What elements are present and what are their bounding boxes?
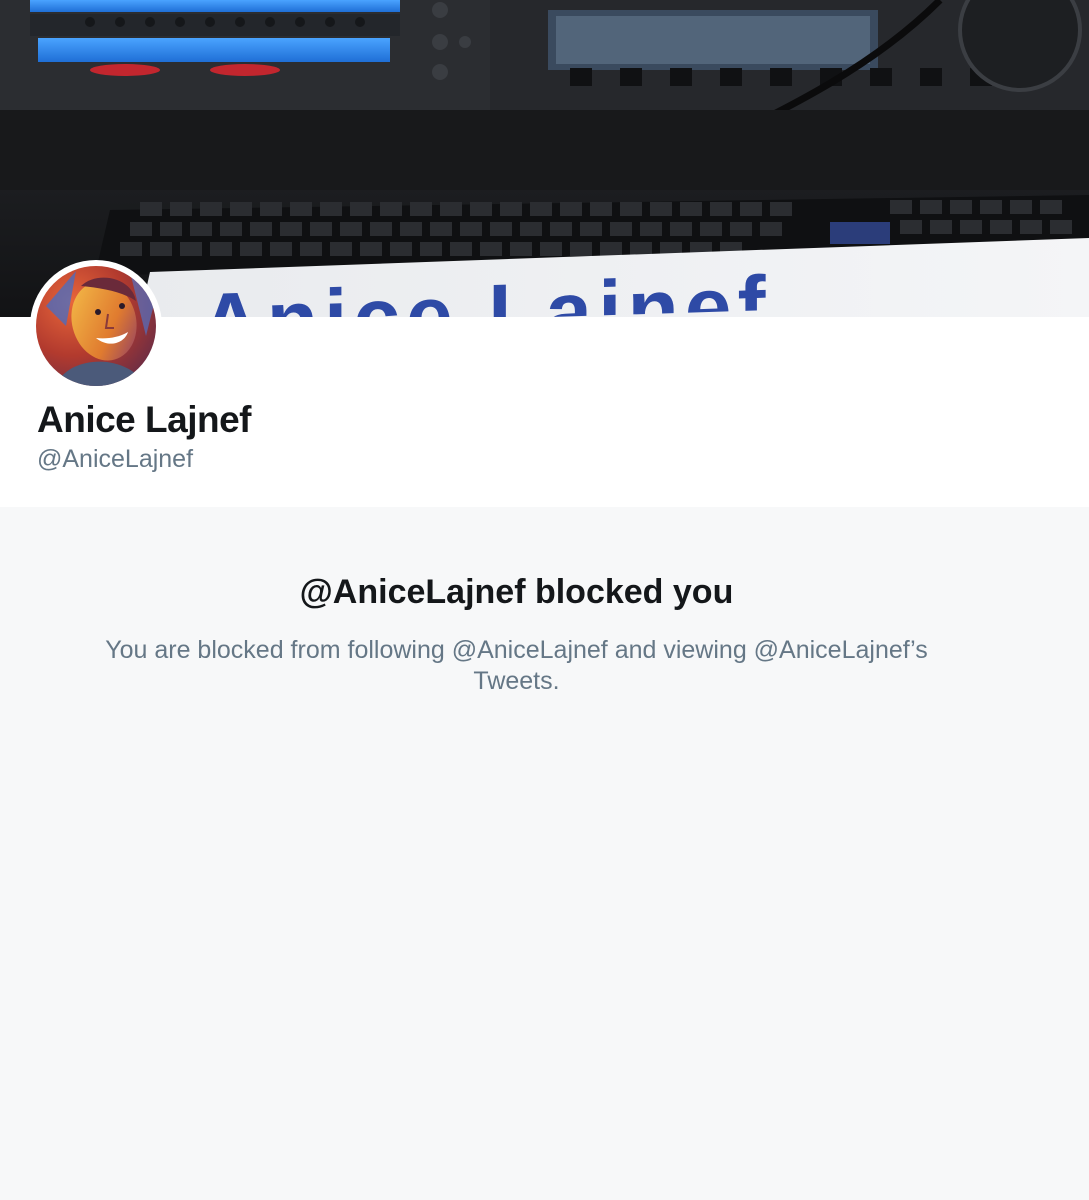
avatar[interactable] — [30, 260, 162, 392]
blocked-notice-title: @AniceLajnef blocked you — [299, 573, 734, 611]
profile-page: Anice Lajnef Anice Lajnef @AniceLajnef @… — [0, 0, 1089, 1200]
avatar-image — [36, 266, 156, 386]
display-name: Anice Lajnef — [37, 399, 252, 440]
blocked-notice-body: You are blocked from following @AniceLaj… — [105, 636, 928, 695]
screen-name: @AniceLajnef — [37, 445, 194, 473]
